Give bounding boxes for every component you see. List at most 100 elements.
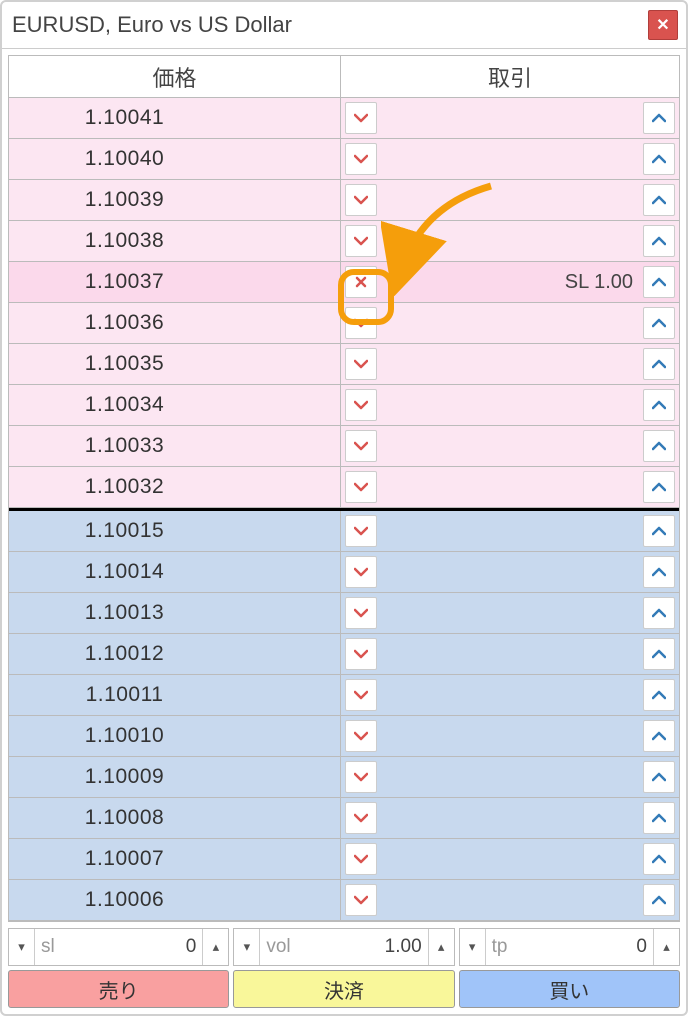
chevron-up-icon[interactable] xyxy=(643,266,675,298)
price-row[interactable]: 1.10013 xyxy=(9,593,679,634)
vol-increment[interactable]: ▴ xyxy=(428,929,454,965)
price-value: 1.10013 xyxy=(9,593,341,633)
price-row[interactable]: 1.10008 xyxy=(9,798,679,839)
trade-cell xyxy=(341,634,679,674)
price-value: 1.10036 xyxy=(9,303,341,343)
chevron-down-icon[interactable] xyxy=(345,184,377,216)
chevron-down-icon[interactable] xyxy=(345,389,377,421)
chevron-down-icon[interactable] xyxy=(345,225,377,257)
sl-input[interactable]: sl 0 xyxy=(35,929,202,965)
price-value: 1.10038 xyxy=(9,221,341,261)
price-row[interactable]: 1.10033 xyxy=(9,426,679,467)
price-row[interactable]: 1.10011 xyxy=(9,675,679,716)
trade-cell xyxy=(341,180,679,220)
chevron-down-icon[interactable] xyxy=(345,761,377,793)
trade-cell xyxy=(341,385,679,425)
chevron-up-icon[interactable] xyxy=(643,843,675,875)
price-row[interactable]: 1.10009 xyxy=(9,757,679,798)
sl-increment[interactable]: ▴ xyxy=(202,929,228,965)
chevron-up-icon[interactable] xyxy=(643,556,675,588)
chevron-up-icon[interactable] xyxy=(643,597,675,629)
price-row[interactable]: 1.10006 xyxy=(9,880,679,921)
chevron-down-icon[interactable] xyxy=(345,720,377,752)
chevron-up-icon[interactable] xyxy=(643,679,675,711)
chevron-up-icon[interactable] xyxy=(643,638,675,670)
price-row[interactable]: 1.10032 xyxy=(9,467,679,508)
chevron-down-icon[interactable] xyxy=(345,102,377,134)
tp-input[interactable]: tp 0 xyxy=(486,929,653,965)
price-row[interactable]: 1.10034 xyxy=(9,385,679,426)
sl-spinner[interactable]: ▾ sl 0 ▴ xyxy=(8,928,229,966)
chevron-down-icon[interactable] xyxy=(345,143,377,175)
price-value: 1.10037 xyxy=(9,262,341,302)
tp-label: tp xyxy=(492,936,508,958)
price-grid: 価格 取引 1.100411.100401.100391.100381.1003… xyxy=(8,55,680,922)
chevron-up-icon[interactable] xyxy=(643,102,675,134)
price-row[interactable]: 1.10015 xyxy=(9,511,679,552)
trade-cell xyxy=(341,757,679,797)
chevron-up-icon[interactable] xyxy=(643,884,675,916)
grid-header: 価格 取引 xyxy=(9,56,679,98)
chevron-down-icon[interactable] xyxy=(345,679,377,711)
trade-cell xyxy=(341,880,679,920)
chevron-up-icon[interactable] xyxy=(643,515,675,547)
price-row[interactable]: 1.10012 xyxy=(9,634,679,675)
chevron-up-icon[interactable] xyxy=(643,348,675,380)
price-value: 1.10039 xyxy=(9,180,341,220)
vol-input[interactable]: vol 1.00 xyxy=(260,929,427,965)
action-row: 売り 決済 買い xyxy=(8,970,680,1008)
title-bar: EURUSD, Euro vs US Dollar ✕ xyxy=(2,2,686,49)
price-row[interactable]: 1.10007 xyxy=(9,839,679,880)
chevron-up-icon[interactable] xyxy=(643,802,675,834)
chevron-down-icon[interactable] xyxy=(345,471,377,503)
header-price: 価格 xyxy=(9,56,341,97)
chevron-up-icon[interactable] xyxy=(643,430,675,462)
price-row[interactable]: 1.10040 xyxy=(9,139,679,180)
chevron-down-icon[interactable] xyxy=(345,843,377,875)
chevron-up-icon[interactable] xyxy=(643,761,675,793)
chevron-down-icon[interactable] xyxy=(345,515,377,547)
tp-spinner[interactable]: ▾ tp 0 ▴ xyxy=(459,928,680,966)
chevron-down-icon[interactable] xyxy=(345,556,377,588)
chevron-down-icon[interactable] xyxy=(345,802,377,834)
chevron-up-icon[interactable] xyxy=(643,720,675,752)
price-row[interactable]: 1.10037SL 1.00 xyxy=(9,262,679,303)
price-row[interactable]: 1.10039 xyxy=(9,180,679,221)
price-value: 1.10007 xyxy=(9,839,341,879)
price-value: 1.10015 xyxy=(9,511,341,551)
tp-decrement[interactable]: ▾ xyxy=(460,929,486,965)
chevron-up-icon[interactable] xyxy=(643,307,675,339)
sl-decrement[interactable]: ▾ xyxy=(9,929,35,965)
close-icon: ✕ xyxy=(656,15,669,35)
price-row[interactable]: 1.10038 xyxy=(9,221,679,262)
vol-spinner[interactable]: ▾ vol 1.00 ▴ xyxy=(233,928,454,966)
price-value: 1.10041 xyxy=(9,98,341,138)
price-row[interactable]: 1.10036 xyxy=(9,303,679,344)
chevron-down-icon[interactable] xyxy=(345,597,377,629)
tp-increment[interactable]: ▴ xyxy=(653,929,679,965)
sell-button[interactable]: 売り xyxy=(8,970,229,1008)
chevron-up-icon[interactable] xyxy=(643,184,675,216)
chevron-up-icon[interactable] xyxy=(643,225,675,257)
price-row[interactable]: 1.10014 xyxy=(9,552,679,593)
grid-rows: 1.100411.100401.100391.100381.10037SL 1.… xyxy=(9,98,679,921)
delete-order-button[interactable] xyxy=(345,266,377,298)
price-row[interactable]: 1.10041 xyxy=(9,98,679,139)
price-value: 1.10033 xyxy=(9,426,341,466)
price-row[interactable]: 1.10010 xyxy=(9,716,679,757)
chevron-down-icon[interactable] xyxy=(345,348,377,380)
chevron-down-icon[interactable] xyxy=(345,638,377,670)
close-button[interactable]: ✕ xyxy=(648,10,678,40)
buy-button[interactable]: 買い xyxy=(459,970,680,1008)
chevron-up-icon[interactable] xyxy=(643,471,675,503)
vol-decrement[interactable]: ▾ xyxy=(234,929,260,965)
chevron-down-icon[interactable] xyxy=(345,430,377,462)
price-row[interactable]: 1.10035 xyxy=(9,344,679,385)
chevron-down-icon[interactable] xyxy=(345,884,377,916)
vol-label: vol xyxy=(266,936,290,958)
chevron-up-icon[interactable] xyxy=(643,143,675,175)
price-value: 1.10034 xyxy=(9,385,341,425)
chevron-down-icon[interactable] xyxy=(345,307,377,339)
settle-button[interactable]: 決済 xyxy=(233,970,454,1008)
chevron-up-icon[interactable] xyxy=(643,389,675,421)
